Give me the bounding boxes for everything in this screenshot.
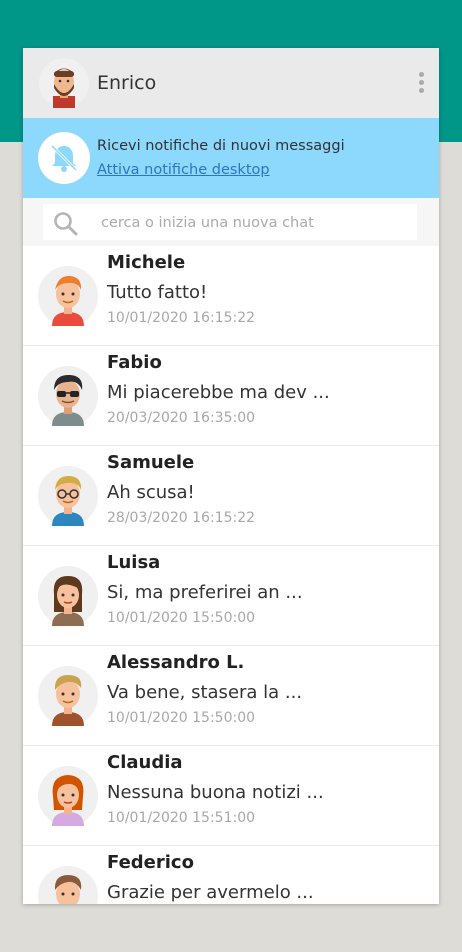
chat-item-alessandro[interactable]: Alessandro L. Va bene, stasera la ... 10… — [23, 646, 439, 746]
chat-item-michele[interactable]: Michele Tutto fatto! 10/01/2020 16:15:22 — [23, 246, 439, 346]
message-time: 10/01/2020 16:15:22 — [107, 310, 256, 326]
avatar — [38, 466, 98, 526]
chat-item-claudia[interactable]: Claudia Nessuna buona notizi ... 10/01/2… — [23, 746, 439, 846]
message-time: 10/01/2020 15:50:00 — [107, 710, 256, 726]
last-message: Grazie per avermelo ... — [107, 882, 314, 903]
chat-item-fabio[interactable]: Fabio Mi piacerebbe ma dev ... 20/03/202… — [23, 346, 439, 446]
enable-desktop-notifications-link[interactable]: Attiva notifiche desktop — [97, 162, 270, 178]
avatar — [38, 766, 98, 826]
last-message: Mi piacerebbe ma dev ... — [107, 382, 330, 403]
last-message: Nessuna buona notizi ... — [107, 782, 324, 803]
contact-name: Claudia — [107, 752, 183, 773]
chat-list: Michele Tutto fatto! 10/01/2020 16:15:22 — [23, 246, 439, 904]
avatar — [38, 366, 98, 426]
avatar — [38, 866, 98, 904]
contact-name: Samuele — [107, 452, 195, 473]
avatar — [38, 266, 98, 326]
contact-name: Alessandro L. — [107, 652, 245, 673]
search-input[interactable] — [99, 210, 403, 236]
chat-item-samuele[interactable]: Samuele Ah scusa! 28/03/2020 16:15:22 — [23, 446, 439, 546]
notification-text: Ricevi notifiche di nuovi messaggi — [97, 138, 345, 154]
contact-name: Federico — [107, 852, 194, 873]
message-time: 10/01/2020 15:50:00 — [107, 610, 256, 626]
profile-header: Enrico — [23, 48, 439, 118]
message-time: 28/03/2020 16:15:22 — [107, 510, 256, 526]
avatar — [38, 566, 98, 626]
search-area — [23, 198, 439, 246]
last-message: Si, ma preferirei an ... — [107, 582, 303, 603]
message-time: 20/03/2020 16:35:00 — [107, 410, 256, 426]
contact-name: Michele — [107, 252, 186, 273]
notification-banner: Ricevi notifiche di nuovi messaggi Attiv… — [23, 118, 439, 198]
contact-name: Fabio — [107, 352, 162, 373]
last-message: Va bene, stasera la ... — [107, 682, 303, 703]
search-box — [43, 204, 417, 240]
message-time: 10/01/2020 15:51:00 — [107, 810, 256, 826]
chat-item-federico[interactable]: Federico Grazie per avermelo ... — [23, 846, 439, 904]
contact-name: Luisa — [107, 552, 161, 573]
last-message: Ah scusa! — [107, 482, 195, 503]
chat-item-luisa[interactable]: Luisa Si, ma preferirei an ... 10/01/202… — [23, 546, 439, 646]
vertical-dots-icon[interactable] — [417, 72, 425, 96]
bell-muted-icon — [38, 132, 90, 184]
chat-app-panel: Enrico Ricevi notifiche di nuovi messagg… — [23, 48, 439, 904]
last-message: Tutto fatto! — [107, 282, 208, 303]
search-icon[interactable] — [53, 211, 79, 237]
user-avatar[interactable] — [39, 58, 89, 108]
user-name: Enrico — [97, 72, 157, 94]
avatar — [38, 666, 98, 726]
